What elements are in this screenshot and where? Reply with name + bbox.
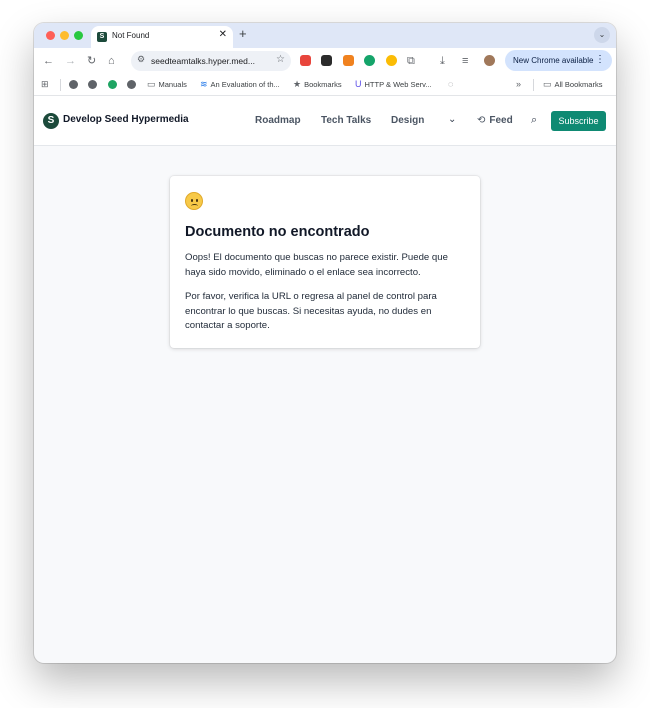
site-name[interactable]: Develop Seed Hypermedia (63, 114, 189, 125)
more-menu-icon[interactable]: ⋮ (595, 54, 605, 65)
address-bar[interactable]: ⚙ seedteamtalks.hyper.med... ☆ (131, 51, 291, 71)
wave-icon: ≋ (200, 79, 208, 89)
browser-toolbar: ← → ↻ ⌂ ⚙ seedteamtalks.hyper.med... ☆ ⧉… (34, 48, 616, 74)
forward-arrow-icon[interactable]: → (65, 54, 76, 68)
minimize-window-button[interactable] (60, 31, 69, 40)
tab-close-icon[interactable]: ✕ (219, 29, 227, 40)
folder-icon: ▭ (543, 79, 552, 89)
not-found-card: Documento no encontrado Oops! El documen… (170, 176, 480, 348)
notion-extension-icon[interactable] (321, 55, 332, 66)
error-message: Oops! El documento que buscas no parece … (185, 252, 448, 278)
extensions-puzzle-icon[interactable]: ⧉ (407, 54, 415, 68)
star-icon[interactable]: ☆ (276, 54, 285, 65)
back-arrow-icon[interactable]: ← (43, 54, 54, 68)
bookmarks-divider-2 (533, 79, 534, 91)
new-chrome-available-button[interactable]: New Chrome available ⋮ (505, 50, 612, 71)
nav-design[interactable]: Design (391, 115, 424, 126)
apps-grid-icon[interactable]: ⊞ (41, 79, 52, 90)
site-logo-icon[interactable]: S (43, 113, 59, 129)
star-icon: ★ (293, 79, 302, 89)
u-logo-icon: U (355, 79, 362, 89)
globe-bookmark-icon-1[interactable] (69, 80, 78, 89)
feed-bookmark-icon[interactable]: ◌ (448, 79, 456, 90)
folder-icon: ▭ (147, 79, 156, 89)
media-control-icon[interactable]: ≡ (462, 54, 468, 68)
bookmark-http[interactable]: U HTTP & Web Serv... (355, 79, 432, 90)
bookmarks-bar: ⊞ ▭ Manuals ≋ An Evaluation of th... ★ Book… (34, 74, 616, 96)
globe-bookmark-icon-2[interactable] (88, 80, 97, 89)
bookmark-evaluation[interactable]: ≋ An Evaluation of th... (200, 79, 280, 90)
tab-strip: S Not Found ✕ + ⌄ (34, 23, 616, 48)
bookmark-bookmarks[interactable]: ★ Bookmarks (293, 79, 342, 90)
bookmark-all-bookmarks[interactable]: ▭ All Bookmarks (543, 79, 602, 90)
metamask-extension-icon[interactable] (343, 55, 354, 66)
more-bookmarks-icon[interactable]: » (516, 79, 524, 90)
globe-bookmark-icon-3[interactable] (127, 80, 136, 89)
tab-title: Not Found (112, 31, 150, 40)
bookmark-manuals[interactable]: ▭ Manuals (147, 79, 187, 90)
close-window-button[interactable] (46, 31, 55, 40)
url-text: seedteamtalks.hyper.med... (151, 56, 255, 66)
tab-not-found[interactable]: S Not Found ✕ (91, 26, 233, 48)
drive-bookmark-icon[interactable] (108, 80, 117, 89)
extension-icon-1[interactable] (300, 55, 311, 66)
home-icon[interactable]: ⌂ (108, 54, 115, 68)
reload-icon[interactable]: ↻ (87, 54, 96, 68)
nav-roadmap[interactable]: Roadmap (255, 115, 301, 126)
subscribe-button[interactable]: Subscribe (551, 111, 606, 131)
site-settings-icon[interactable]: ⚙ (137, 54, 145, 65)
history-icon: ⟲ (477, 115, 486, 126)
extension-icon-5[interactable] (386, 55, 397, 66)
error-help-text: Por favor, verifica la URL o regresa al … (185, 291, 437, 331)
tab-favicon-icon: S (97, 32, 107, 42)
error-title: Documento no encontrado (185, 224, 370, 240)
site-header: S Develop Seed Hypermedia Roadmap Tech T… (34, 96, 616, 146)
nav-tech-talks[interactable]: Tech Talks (321, 115, 371, 126)
profile-avatar[interactable] (484, 55, 495, 66)
grammarly-extension-icon[interactable] (364, 55, 375, 66)
download-icon[interactable]: ⤓ (440, 54, 445, 68)
maximize-window-button[interactable] (74, 31, 83, 40)
bookmarks-divider (60, 79, 61, 91)
tab-search-chevron-icon[interactable]: ⌄ (594, 27, 610, 43)
nav-feed[interactable]: ⟲ Feed (477, 115, 513, 126)
search-icon[interactable]: ⌕ (531, 114, 537, 127)
browser-window: S Not Found ✕ + ⌄ ← → ↻ ⌂ ⚙ seedteamtalk… (34, 23, 616, 663)
update-label: New Chrome available (513, 56, 594, 65)
chevron-down-icon[interactable]: ⌄ (448, 114, 456, 125)
new-tab-button[interactable]: + (239, 26, 247, 41)
sad-face-icon (185, 192, 203, 210)
